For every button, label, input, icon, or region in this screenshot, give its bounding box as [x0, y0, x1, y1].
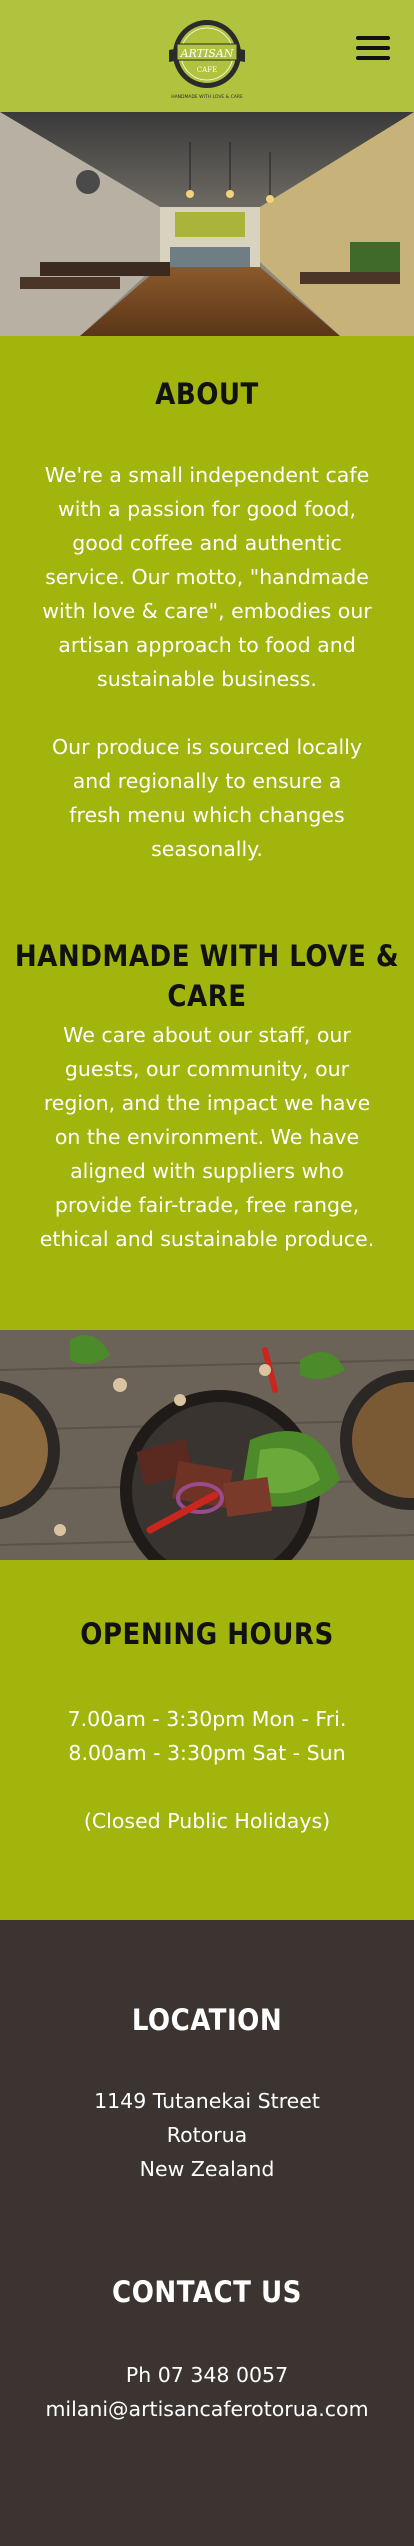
- contact-details: Ph 07 348 0057 milani@artisancaferotorua…: [0, 2358, 414, 2426]
- opening-hours-heading: OPENING HOURS: [80, 1617, 334, 1651]
- about-heading: ABOUT: [155, 377, 259, 411]
- values-paragraph: We care about our staff, our guests, our…: [39, 1023, 375, 1251]
- food-photo: [0, 1330, 414, 1560]
- svg-text:HANDMADE WITH LOVE & CARE: HANDMADE WITH LOVE & CARE: [171, 94, 243, 100]
- hamburger-icon[interactable]: [356, 36, 390, 66]
- location-heading: LOCATION: [131, 2003, 283, 2037]
- address-street: 1149 Tutanekai Street: [94, 2089, 320, 2113]
- about-paragraph-2: Our produce is sourced locally and regio…: [51, 735, 363, 861]
- weekend-hours: 8.00am - 3:30pm Sat - Sun: [68, 1741, 346, 1765]
- handmade-heading: HANDMADE WITH LOVE & CARE: [14, 939, 400, 1013]
- about-paragraph-1: We're a small independent cafe with a pa…: [42, 463, 372, 691]
- phone-link[interactable]: Ph 07 348 0057: [126, 2363, 288, 2387]
- closed-note: (Closed Public Holidays): [83, 1809, 331, 1833]
- svg-text:CAFE: CAFE: [197, 66, 217, 74]
- opening-hours-section: OPENING HOURS 7.00am - 3:30pm Mon - Fri.…: [0, 1560, 414, 1920]
- address: 1149 Tutanekai Street Rotorua New Zealan…: [0, 2084, 414, 2186]
- location-contact-section: LOCATION 1149 Tutanekai Street Rotorua N…: [0, 1920, 414, 2546]
- address-country: New Zealand: [139, 2157, 275, 2181]
- svg-text:ARTISAN: ARTISAN: [180, 47, 234, 60]
- cafe-interior-photo: [0, 112, 414, 336]
- address-city: Rotorua: [166, 2123, 248, 2147]
- contact-heading: CONTACT US: [112, 2275, 302, 2309]
- site-header: ARTISAN CAFE HANDMADE WITH LOVE & CARE: [0, 0, 414, 112]
- artisan-cafe-logo[interactable]: ARTISAN CAFE HANDMADE WITH LOVE & CARE: [163, 14, 251, 102]
- about-section: ABOUT We're a small independent cafe wit…: [0, 336, 414, 1330]
- weekday-hours: 7.00am - 3:30pm Mon - Fri.: [67, 1707, 347, 1731]
- email-link[interactable]: milani@artisancaferotorua.com: [45, 2397, 368, 2421]
